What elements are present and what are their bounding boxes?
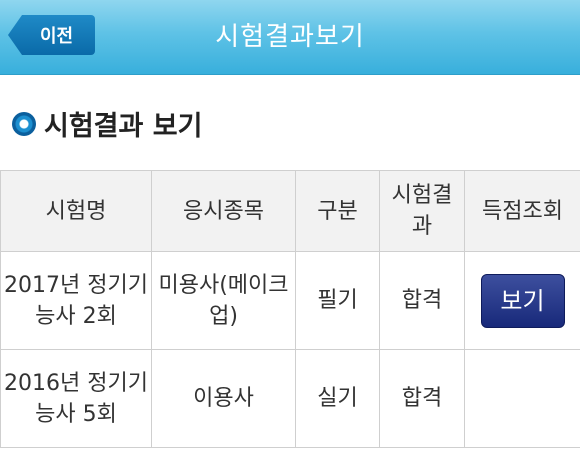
- results-table: 시험명 응시종목 구분 시험결과 득점조회 2017년 정기기능사 2회 미용사…: [0, 170, 580, 448]
- cell-type: 실기: [295, 349, 380, 448]
- table-row: 2016년 정기기능사 5회 이용사 실기 합격: [0, 349, 580, 448]
- cell-result: 합격: [379, 251, 465, 350]
- cell-type: 필기: [295, 251, 380, 350]
- table-row: 2017년 정기기능사 2회 미용사(메이크업) 필기 합격 보기: [0, 251, 580, 350]
- cell-subject: 이용사: [151, 349, 296, 448]
- cell-score: [464, 349, 580, 448]
- table-header-row: 시험명 응시종목 구분 시험결과 득점조회: [0, 170, 580, 252]
- cell-exam: 2017년 정기기능사 2회: [0, 251, 152, 350]
- section-header: 시험결과 보기: [12, 104, 202, 143]
- cell-subject: 미용사(메이크업): [151, 251, 296, 350]
- view-score-button[interactable]: 보기: [480, 273, 565, 328]
- page-title: 시험결과보기: [215, 22, 365, 52]
- top-bar: 이전 시험결과보기: [0, 0, 580, 75]
- section-title: 시험결과 보기: [44, 111, 203, 142]
- column-header-result: 시험결과: [379, 170, 465, 252]
- column-header-exam: 시험명: [0, 170, 152, 252]
- column-header-subject: 응시종목: [151, 170, 296, 252]
- cell-result: 합격: [379, 349, 465, 448]
- cell-exam: 2016년 정기기능사 5회: [0, 349, 152, 448]
- column-header-score: 득점조회: [464, 170, 580, 252]
- column-header-type: 구분: [295, 170, 380, 252]
- cell-score: 보기: [464, 251, 580, 350]
- bullet-circle-icon: [12, 111, 36, 136]
